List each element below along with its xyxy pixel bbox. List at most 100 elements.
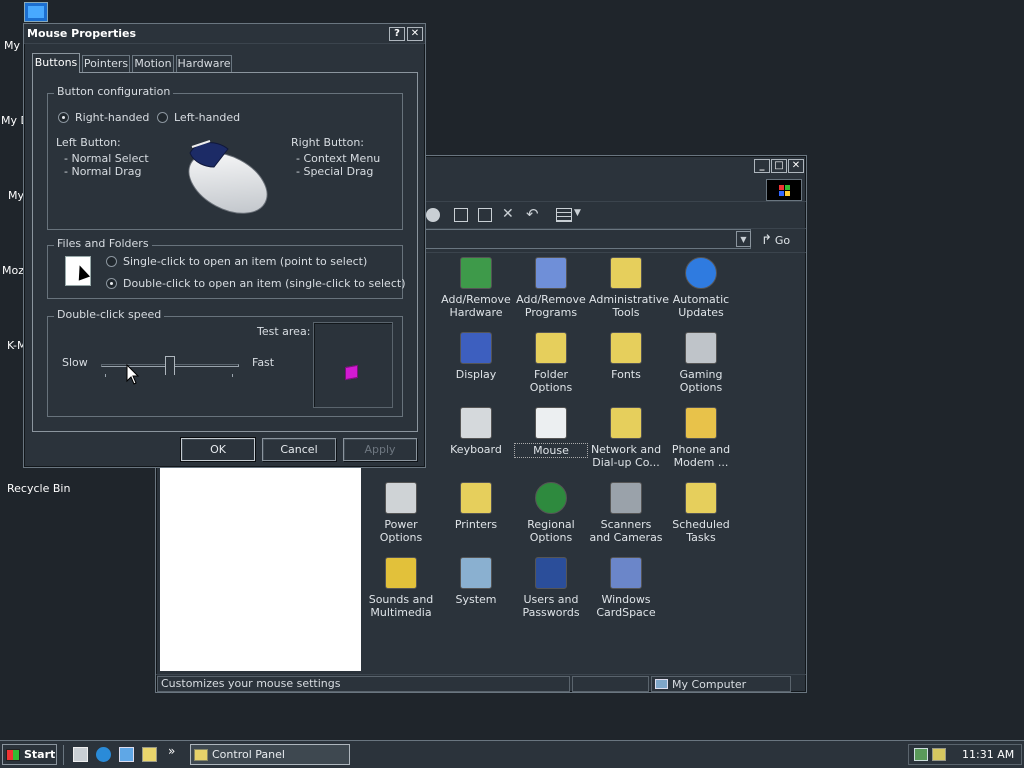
control-panel-item-label: Fonts [611, 368, 641, 381]
cancel-button[interactable]: Cancel [262, 438, 336, 461]
show-desktop-icon[interactable] [73, 747, 88, 762]
double-click-radio[interactable]: Double-click to open an item (single-cli… [106, 277, 405, 290]
control-panel-item[interactable]: Scheduled Tasks [664, 482, 738, 544]
outlook-express-icon[interactable] [119, 747, 134, 762]
dialog-title: Mouse Properties [27, 27, 137, 40]
tab-buttons[interactable]: Buttons [32, 53, 80, 73]
double-click-speed-slider[interactable] [101, 356, 239, 382]
undo-icon[interactable]: ↶ [526, 205, 539, 223]
files-folders-group [47, 245, 403, 299]
control-panel-item[interactable]: Power Options [364, 482, 438, 544]
phone-icon [685, 407, 717, 439]
start-button[interactable]: Start [2, 744, 57, 765]
control-panel-item[interactable]: Phone and Modem ... [664, 407, 738, 469]
internet-explorer-icon[interactable] [96, 747, 111, 762]
slow-label: Slow [62, 356, 88, 369]
control-panel-item[interactable]: Keyboard [439, 407, 513, 456]
right-button-item-1: - Context Menu [296, 152, 381, 165]
move-to-icon[interactable] [454, 208, 468, 222]
control-panel-item-label: Add/Remove Hardware [441, 293, 511, 319]
close-button[interactable]: ✕ [788, 159, 804, 173]
control-panel-item[interactable]: Add/Remove Hardware [439, 257, 513, 319]
keyboard-icon [460, 407, 492, 439]
test-area-box[interactable] [313, 322, 393, 408]
my-computer-icon[interactable] [24, 2, 48, 22]
control-panel-item[interactable]: Folder Options [514, 332, 588, 394]
right-button-heading: Right Button: [291, 136, 365, 149]
control-panel-item[interactable]: Printers [439, 482, 513, 531]
desktop-label-my-network[interactable]: My [8, 189, 24, 202]
computer-small-icon [655, 679, 668, 689]
help-button[interactable]: ? [389, 26, 405, 41]
control-panel-item-label: Power Options [379, 518, 423, 544]
right-handed-radio[interactable]: Right-handed [58, 111, 149, 124]
control-panel-item[interactable]: Regional Options [514, 482, 588, 544]
copy-to-icon[interactable] [478, 208, 492, 222]
tab-motion[interactable]: Motion [132, 55, 174, 72]
slider-thumb[interactable] [165, 356, 175, 375]
dialog-close-button[interactable]: ✕ [407, 26, 423, 41]
control-panel-item[interactable]: Gaming Options [664, 332, 738, 394]
control-panel-item-label: Windows CardSpace [596, 593, 656, 619]
left-button-item-1: - Normal Select [64, 152, 149, 165]
control-panel-item[interactable]: Network and Dial-up Co... [589, 407, 663, 469]
taskbar-task-control-panel[interactable]: Control Panel [190, 744, 350, 765]
double-click-label: Double-click to open an item (single-cli… [123, 277, 406, 290]
control-panel-item-label: Sounds and Multimedia [368, 593, 434, 619]
hardware-icon [460, 257, 492, 289]
quick-launch-chevron[interactable]: » [168, 744, 175, 758]
control-panel-item[interactable]: Administrative Tools [589, 257, 669, 319]
volume-tray-icon[interactable] [932, 748, 946, 761]
delete-icon[interactable]: ✕ [502, 206, 514, 222]
desktop-label-recycle-bin[interactable]: Recycle Bin [7, 482, 70, 495]
control-panel-item[interactable]: Automatic Updates [664, 257, 738, 319]
left-handed-radio[interactable]: Left-handed [157, 111, 240, 124]
control-panel-item[interactable]: Windows CardSpace [589, 557, 663, 619]
single-click-radio[interactable]: Single-click to open an item (point to s… [106, 255, 367, 268]
explorer-icon[interactable] [142, 747, 157, 762]
status-zone: My Computer [651, 676, 791, 692]
display-icon [460, 332, 492, 364]
scanners-icon [610, 482, 642, 514]
minimize-button[interactable]: _ [754, 159, 770, 173]
control-panel-item-label: Mouse [514, 443, 588, 458]
views-icon[interactable] [556, 208, 572, 222]
control-panel-item[interactable]: Display [439, 332, 513, 381]
mouse-illustration-icon [188, 140, 268, 214]
control-panel-item-label: Users and Passwords [522, 593, 580, 619]
apply-button[interactable]: Apply [343, 438, 417, 461]
files-folders-title: Files and Folders [54, 237, 152, 250]
desktop-label-mozilla[interactable]: Moz [2, 264, 24, 277]
maximize-button[interactable]: □ [771, 159, 787, 173]
status-text: Customizes your mouse settings [157, 676, 570, 692]
click-demo-icon [65, 256, 91, 286]
control-panel-item[interactable]: Fonts [589, 332, 663, 381]
control-panel-item[interactable]: Sounds and Multimedia [364, 557, 438, 619]
history-icon[interactable] [426, 208, 440, 222]
control-panel-item[interactable]: Users and Passwords [514, 557, 588, 619]
control-panel-item[interactable]: Mouse [514, 407, 588, 458]
views-dropdown-icon[interactable]: ▼ [574, 208, 581, 218]
tab-hardware[interactable]: Hardware [176, 55, 232, 72]
network-tray-icon[interactable] [914, 748, 928, 761]
taskbar-task-label: Control Panel [212, 748, 285, 761]
address-dropdown-icon[interactable]: ▼ [736, 231, 751, 247]
dialog-titlebar[interactable]: Mouse Properties ? ✕ [24, 24, 425, 44]
left-button-heading: Left Button: [56, 136, 121, 149]
slider-tick-start [105, 374, 106, 377]
control-panel-item[interactable]: Add/Remove Programs [514, 257, 588, 319]
go-button[interactable]: ↱ Go [761, 231, 790, 249]
control-panel-item-label: Display [455, 368, 497, 381]
control-panel-item[interactable]: Scanners and Cameras [589, 482, 663, 544]
control-panel-item[interactable]: System [439, 557, 513, 606]
jack-in-box-icon[interactable] [345, 364, 358, 381]
clock[interactable]: 11:31 AM [962, 748, 1014, 761]
control-panel-item-label: Automatic Updates [672, 293, 730, 319]
control-panel-item-label: Scheduled Tasks [672, 518, 730, 544]
desktop-label-my-computer[interactable]: My [4, 39, 20, 52]
control-panel-item-label: Printers [454, 518, 498, 531]
tab-pointers[interactable]: Pointers [82, 55, 130, 72]
single-click-radio-dot [106, 256, 117, 267]
gaming-icon [685, 332, 717, 364]
ok-button[interactable]: OK [180, 437, 256, 462]
